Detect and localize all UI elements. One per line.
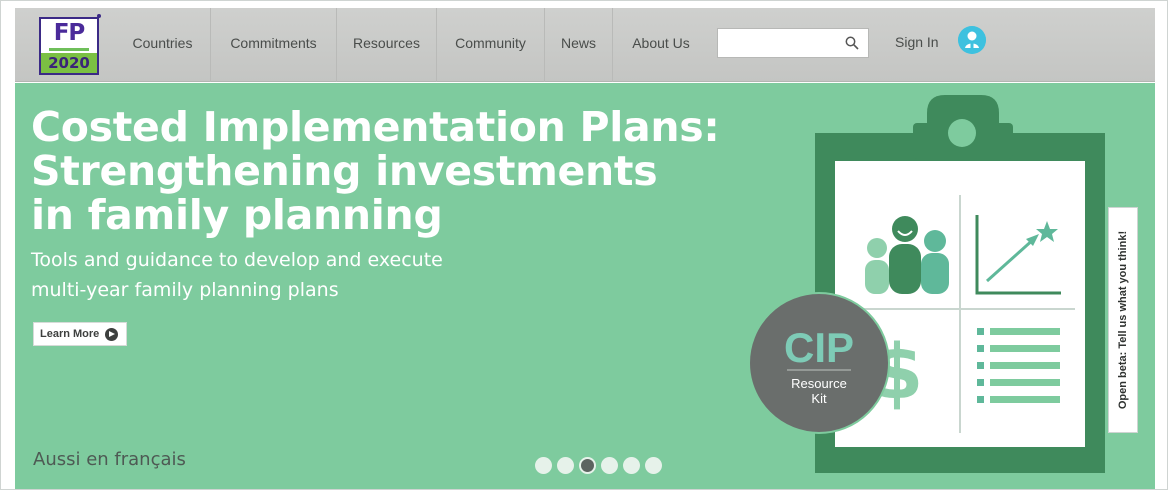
hero-banner: Costed Implementation Plans: Strengtheni… [15,83,1155,489]
cip-resource-kit-badge: CIP Resource Kit [748,292,890,434]
nav-item-about-us[interactable]: About Us [613,8,709,82]
nav-item-resources[interactable]: Resources [337,8,437,82]
nav-item-commitments[interactable]: Commitments [211,8,337,82]
logo-year-text: 2020 [41,53,97,73]
feedback-tab[interactable]: Open beta: Tell us what you think! [1108,207,1138,433]
nav-item-community[interactable]: Community [437,8,545,82]
feedback-label: Open beta: Tell us what you think! [1117,230,1129,410]
nav-item-countries[interactable]: Countries [115,8,211,82]
user-icon[interactable] [958,26,986,54]
search-input[interactable] [717,28,869,58]
clipboard-illustration: $ CIP Resource Kit [748,95,1105,473]
sign-in-link[interactable]: Sign In [895,30,939,54]
logo-tagline-strip [49,48,89,51]
logo-trademark-mark [97,14,101,18]
badge-line-1: Resource [791,376,847,391]
logo-fp-text: FP [53,20,86,46]
clipboard-clip-hole [948,119,976,147]
top-navigation: FP 2020 Countries Commitments Resources … [15,8,1155,82]
page-frame: FP 2020 Countries Commitments Resources … [0,0,1168,490]
search-icon[interactable] [845,36,859,50]
badge-title: CIP [784,324,854,371]
badge-line-2: Kit [811,391,827,406]
fp2020-logo[interactable]: FP 2020 [39,17,99,75]
nav-item-news[interactable]: News [545,8,613,82]
